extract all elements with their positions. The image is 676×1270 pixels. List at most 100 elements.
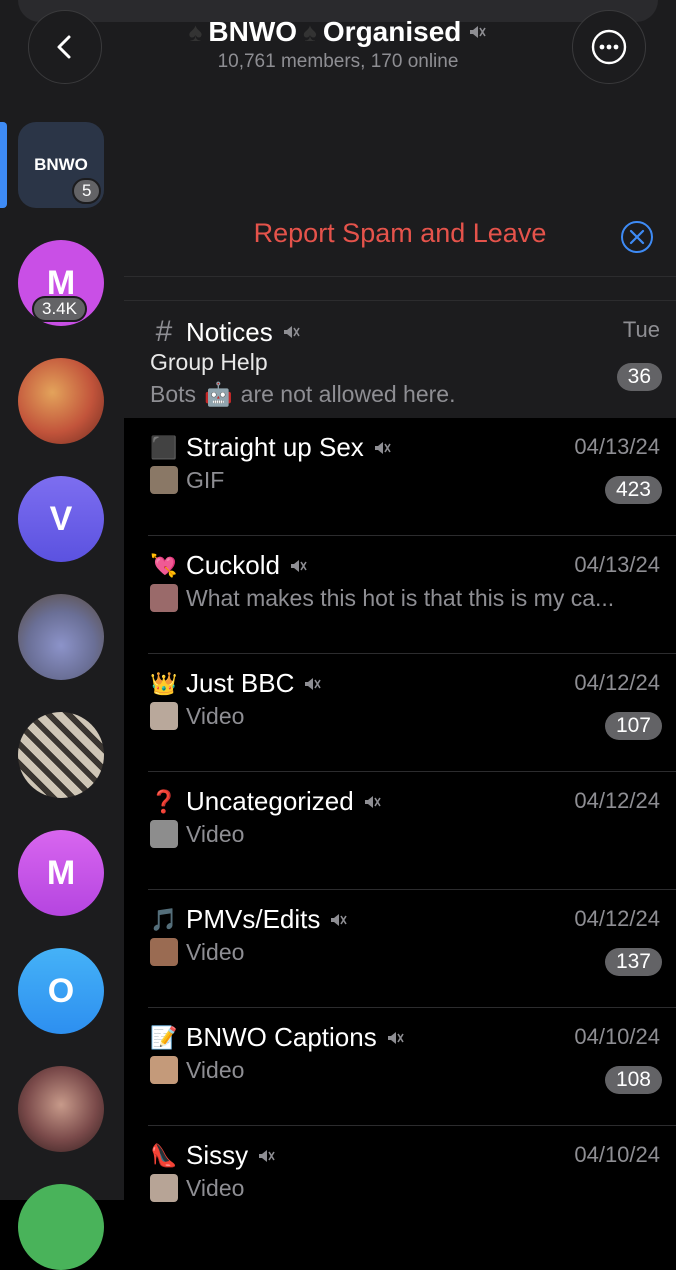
title-right: Organised xyxy=(322,16,462,47)
spade-icon: ♠ xyxy=(303,16,317,47)
topic-date: Tue xyxy=(622,317,660,342)
mute-icon xyxy=(305,677,322,690)
more-horizontal-icon xyxy=(591,29,627,65)
message-preview: Video xyxy=(186,820,245,847)
crown-icon: 👑 xyxy=(150,670,178,696)
list-item[interactable]: 👠 Sissy 04/10/24 Video xyxy=(124,1126,676,1244)
list-item[interactable]: ❓ Uncategorized 04/12/24 Video xyxy=(124,772,676,890)
unread-badge: 107 xyxy=(604,712,662,740)
list-item[interactable]: 📝 BNWO Captions 04/10/24 Video 108 xyxy=(124,1008,676,1126)
back-button[interactable] xyxy=(28,10,102,84)
sidebar-chat-photo[interactable] xyxy=(18,594,104,680)
sidebar-folder-bnwo[interactable]: BNWO 5 xyxy=(18,122,104,208)
report-spam-bar: Report Spam and Leave xyxy=(124,200,676,277)
topic-title: Just BBC xyxy=(186,668,295,698)
question-icon: ❓ xyxy=(150,788,178,814)
high-heel-icon: 👠 xyxy=(150,1142,178,1168)
avatar: V xyxy=(18,476,104,562)
avatar xyxy=(18,1184,104,1270)
media-thumbnail xyxy=(150,584,178,612)
message-preview: Video xyxy=(186,1056,245,1083)
message-preview: GIF xyxy=(186,466,225,493)
list-item[interactable]: 💘 Cuckold 04/13/24 What makes this hot i… xyxy=(124,536,676,654)
sidebar-chat-green[interactable] xyxy=(18,1184,104,1270)
more-button[interactable] xyxy=(572,10,646,84)
message-preview: Video xyxy=(186,1174,245,1201)
topic-title: PMVs/Edits xyxy=(186,904,321,934)
unread-badge: 36 xyxy=(616,363,662,391)
mute-icon xyxy=(290,559,307,572)
media-thumbnail xyxy=(150,1174,178,1202)
topic-title: Sissy xyxy=(186,1140,249,1170)
spade-icon: ♠ xyxy=(188,16,203,47)
sidebar-chat-m[interactable]: M 3.4K xyxy=(18,240,104,326)
sidebar-chat-o[interactable]: O xyxy=(18,948,104,1034)
list-item[interactable]: 🎵 PMVs/Edits 04/12/24 Video 137 xyxy=(124,890,676,1008)
message-preview: Video xyxy=(186,702,245,729)
topic-title: Straight up Sex xyxy=(186,432,364,462)
media-thumbnail xyxy=(150,820,178,848)
topic-date: 04/13/24 xyxy=(574,552,660,577)
member-count: 10,761 members, 170 online xyxy=(217,51,459,72)
report-spam-button[interactable]: Report Spam and Leave xyxy=(124,218,676,249)
avatar: M xyxy=(18,830,104,916)
sidebar-chat-photo[interactable] xyxy=(18,358,104,444)
mute-icon xyxy=(387,1031,404,1044)
avatar xyxy=(18,594,104,680)
topic-date: 04/13/24 xyxy=(574,434,660,459)
sidebar-chat-photo[interactable] xyxy=(18,1066,104,1152)
sidebar-chat-photo[interactable] xyxy=(18,712,104,798)
topic-date: 04/10/24 xyxy=(574,1024,660,1049)
chevron-left-icon xyxy=(57,35,71,59)
topic-list: # Notices Tue Group Help Bots 🤖 are not … xyxy=(124,300,676,1244)
avatar xyxy=(18,1066,104,1152)
selected-indicator xyxy=(0,122,7,208)
mute-icon xyxy=(470,26,487,38)
title-left: BNWO xyxy=(208,16,298,47)
avatar xyxy=(18,712,104,798)
black-square-icon: ⬛ xyxy=(150,434,178,460)
mute-icon xyxy=(364,795,381,808)
message-preview: Bots xyxy=(150,381,197,407)
unread-badge: 137 xyxy=(604,948,662,976)
unread-badge: 3.4K xyxy=(32,296,87,322)
heart-arrow-icon: 💘 xyxy=(150,552,178,578)
topic-date: 04/12/24 xyxy=(574,670,660,695)
list-item[interactable]: ⬛ Straight up Sex 04/13/24 GIF 423 xyxy=(124,418,676,536)
avatar xyxy=(18,358,104,444)
message-preview: Video xyxy=(186,938,245,965)
topic-title: BNWO Captions xyxy=(186,1022,377,1052)
media-thumbnail xyxy=(150,1056,178,1084)
topic-title: Uncategorized xyxy=(186,786,354,816)
topic-title: Cuckold xyxy=(186,550,280,580)
close-circle-icon[interactable] xyxy=(620,220,654,254)
unread-badge: 5 xyxy=(72,178,102,204)
media-thumbnail xyxy=(150,938,178,966)
media-thumbnail xyxy=(150,702,178,730)
hash-icon: # xyxy=(155,315,173,348)
mute-icon xyxy=(374,441,391,454)
unread-badge: 423 xyxy=(604,476,662,504)
music-note-icon: 🎵 xyxy=(150,906,178,932)
list-item[interactable]: # Notices Tue Group Help Bots 🤖 are not … xyxy=(124,300,676,418)
memo-icon: 📝 xyxy=(150,1024,178,1050)
sidebar-chat-v[interactable]: V xyxy=(18,476,104,562)
topic-date: 04/12/24 xyxy=(574,906,660,931)
folder-sidebar: BNWO 5 M 3.4K V M O xyxy=(0,100,124,1270)
topic-title: Notices xyxy=(186,316,273,347)
topic-date: 04/12/24 xyxy=(574,788,660,813)
mute-icon xyxy=(331,913,348,926)
message-preview: What makes this hot is that this is my c… xyxy=(186,584,615,611)
robot-icon: 🤖 xyxy=(204,381,233,407)
mute-icon xyxy=(283,326,300,338)
sidebar-chat-m[interactable]: M xyxy=(18,830,104,916)
message-preview: are not allowed here. xyxy=(240,381,456,407)
topic-date: 04/10/24 xyxy=(574,1142,660,1167)
media-thumbnail xyxy=(150,466,178,494)
sender-name: Group Help xyxy=(150,349,268,375)
mute-icon xyxy=(259,1149,275,1162)
unread-badge: 108 xyxy=(604,1066,662,1094)
group-title-area[interactable]: ♠ BNWO ♠ Organised 10,761 members, 170 o… xyxy=(120,16,556,73)
list-item[interactable]: 👑 Just BBC 04/12/24 Video 107 xyxy=(124,654,676,772)
avatar: O xyxy=(18,948,104,1034)
